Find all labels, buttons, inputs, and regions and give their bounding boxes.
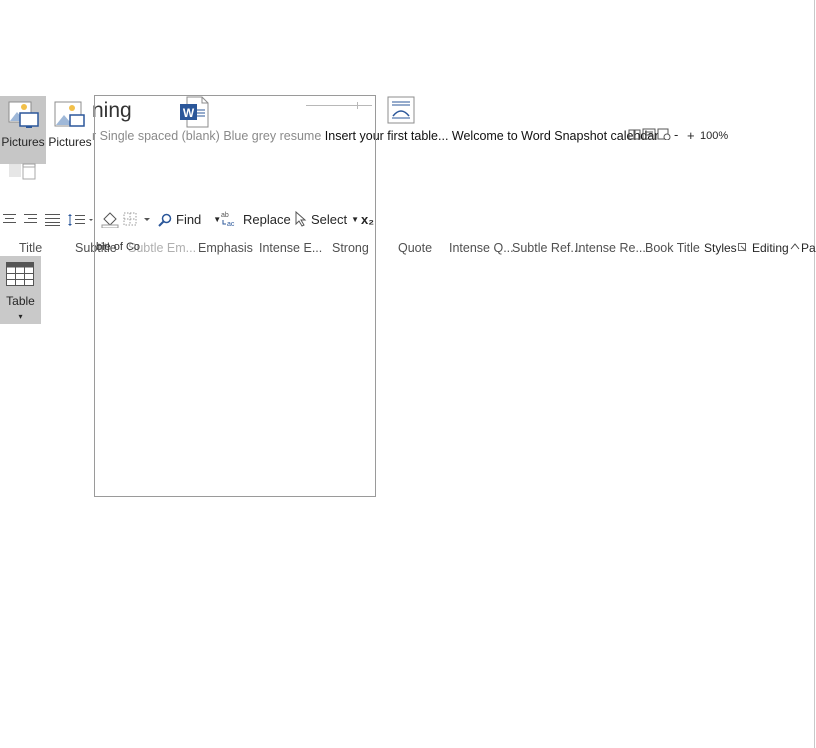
picture-icon: [8, 101, 39, 128]
style-quote[interactable]: Quote: [398, 241, 432, 255]
paragraph-tools[interactable]: [3, 213, 98, 227]
view-mode-icons[interactable]: [628, 128, 672, 140]
style-intense-quote[interactable]: Intense Q...: [449, 241, 514, 255]
print-layout-icon: [642, 128, 656, 140]
style-intense-reference[interactable]: Intense Re...: [575, 241, 646, 255]
preview-panel: [94, 95, 376, 497]
table-grid-icon: [6, 262, 34, 286]
style-subtle-reference[interactable]: Subtle Ref...: [512, 241, 581, 255]
pictures-label: Pictures: [1, 135, 45, 149]
picture-icon: [54, 101, 85, 127]
zoom-in-button[interactable]: +: [687, 128, 695, 143]
styles-group-label: Styles: [704, 241, 737, 255]
small-shape-icon: [9, 165, 36, 180]
zoom-level[interactable]: 100%: [700, 130, 728, 142]
align-center-icon: [3, 214, 16, 223]
pictures-label: Pictures: [48, 135, 92, 149]
read-mode-icon: [628, 129, 641, 140]
page-tab-fragment[interactable]: Pa: [801, 241, 816, 255]
editing-group-label: Editing: [752, 241, 789, 255]
justify-icon: [45, 214, 60, 226]
online-pictures-button[interactable]: Pictures: [47, 96, 93, 164]
line-spacing-icon: [68, 214, 93, 226]
table-label: Table: [6, 294, 35, 308]
collapse-ribbon-icon[interactable]: [790, 242, 800, 250]
table-button[interactable]: Table ▾: [0, 256, 41, 324]
align-right-icon: [24, 214, 37, 223]
chevron-down-icon: ▾: [18, 312, 23, 321]
page-layout-icon[interactable]: [387, 96, 415, 124]
zoom-out-button[interactable]: -: [674, 127, 678, 142]
web-layout-icon: [657, 128, 671, 140]
style-book-title[interactable]: Book Title: [645, 241, 700, 255]
style-title[interactable]: Title: [19, 241, 42, 255]
dialog-launcher-icon[interactable]: [738, 243, 747, 252]
window-right-border: [814, 0, 815, 748]
pictures-button-selected[interactable]: Pictures: [0, 96, 46, 177]
